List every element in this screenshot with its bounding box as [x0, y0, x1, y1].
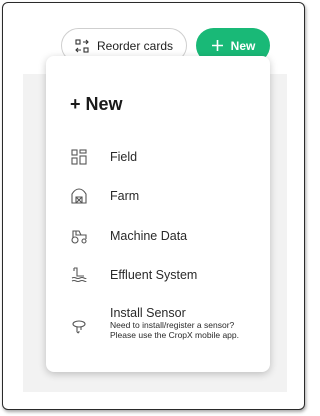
menu-item-effluent-system[interactable]: Effluent System: [46, 260, 270, 290]
sensor-icon: [70, 318, 88, 336]
menu-item-label: Machine Data: [110, 229, 188, 243]
tractor-icon: [70, 227, 88, 245]
menu-item-description: Need to install/register a sensor? Pleas…: [110, 320, 239, 340]
plus-icon: [211, 39, 224, 52]
menu-item-label: Field: [110, 150, 138, 164]
menu-item-farm[interactable]: Farm: [46, 181, 270, 211]
menu-item-label: Install Sensor: [110, 306, 186, 320]
new-button-label: New: [230, 38, 256, 53]
reorder-icon: [75, 38, 89, 53]
menu-item-label: Effluent System: [110, 268, 198, 282]
effluent-system-icon: [70, 266, 88, 284]
new-dropdown-menu: + New Field Farm Machine Data Effluent S…: [46, 56, 270, 372]
menu-item-machine-data[interactable]: Machine Data: [46, 221, 270, 251]
menu-item-label: Farm: [110, 189, 140, 203]
menu-item-field[interactable]: Field: [46, 142, 270, 172]
farm-barn-icon: [70, 187, 88, 205]
menu-item-install-sensor[interactable]: Install Sensor Need to install/register …: [46, 298, 270, 354]
menu-title: + New: [70, 94, 123, 114]
reorder-cards-label: Reorder cards: [96, 38, 174, 53]
grid-layout-icon: [70, 148, 88, 166]
